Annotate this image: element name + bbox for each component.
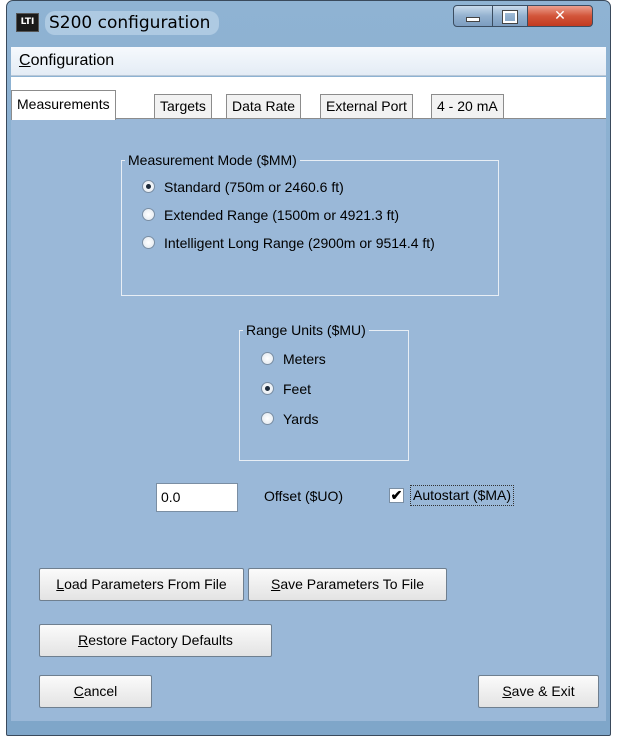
cancel-label: ancel	[83, 683, 118, 699]
cancel-button[interactable]: Cancel	[39, 675, 152, 708]
radio-meters-label: Meters	[283, 351, 326, 367]
range-units-group: Range Units ($MU) Meters Feet Yards	[239, 321, 409, 461]
menu-bar: Configuration	[11, 47, 606, 76]
save-exit-button[interactable]: Save & Exit	[478, 675, 599, 708]
radio-intelligent-long-range-button[interactable]	[142, 236, 155, 249]
restore-defaults-accel: R	[78, 632, 89, 648]
restore-defaults-button[interactable]: Restore Factory Defaults	[39, 624, 272, 657]
menu-configuration[interactable]: Configuration	[19, 52, 114, 70]
tab-targets[interactable]: Targets	[154, 94, 212, 118]
measurement-mode-group: Measurement Mode ($MM) Standard (750m or…	[121, 151, 499, 296]
save-parameters-label: ave Parameters To File	[280, 576, 425, 592]
restore-defaults-label: estore Factory Defaults	[88, 632, 233, 648]
radio-meters-button[interactable]	[261, 352, 274, 365]
save-exit-label: ave & Exit	[511, 683, 575, 699]
radio-extended-range-label: Extended Range (1500m or 4921.3 ft)	[164, 207, 400, 223]
autostart-label[interactable]: Autostart ($MA)	[410, 485, 515, 506]
measurements-panel: Measurement Mode ($MM) Standard (750m or…	[11, 118, 606, 721]
range-units-title: Range Units ($MU)	[243, 321, 369, 339]
radio-yards-button[interactable]	[261, 412, 274, 425]
tab-bar: Measurements Targets Data Rate External …	[11, 77, 606, 120]
radio-intelligent-long-range-label: Intelligent Long Range (2900m or 9514.4 …	[164, 235, 435, 251]
caption-buttons: ✕	[453, 5, 601, 29]
offset-label: Offset ($UO)	[264, 488, 344, 504]
radio-feet-label: Feet	[283, 381, 312, 397]
minimize-icon	[466, 17, 480, 22]
load-parameters-button[interactable]: Load Parameters From File	[39, 568, 244, 601]
tab-4-20-ma[interactable]: 4 - 20 mA	[431, 94, 504, 118]
save-parameters-button[interactable]: Save Parameters To File	[248, 568, 447, 601]
title-bar[interactable]: LTI S200 configuration ✕	[7, 1, 610, 45]
close-button[interactable]: ✕	[527, 5, 593, 27]
load-parameters-accel: L	[56, 576, 65, 592]
measurement-mode-title: Measurement Mode ($MM)	[125, 151, 300, 169]
maximize-icon	[502, 10, 518, 24]
tab-external-port[interactable]: External Port	[320, 94, 413, 118]
radio-feet-button[interactable]	[261, 382, 274, 395]
load-parameters-label: oad Parameters From File	[64, 576, 227, 592]
close-icon: ✕	[554, 8, 566, 24]
checkmark-icon: ✔	[390, 487, 403, 503]
save-parameters-accel: S	[270, 576, 281, 592]
minimize-button[interactable]	[453, 5, 493, 27]
autostart-checkbox[interactable]: ✔	[389, 488, 404, 503]
save-exit-accel: S	[502, 683, 512, 699]
menu-configuration-label: onfiguration	[30, 52, 115, 69]
cancel-accel: C	[73, 683, 84, 699]
app-icon: LTI	[16, 13, 39, 32]
dialog-window: LTI S200 configuration ✕ Configuration M…	[6, 0, 611, 736]
offset-input[interactable]: 0.0	[156, 483, 238, 512]
radio-extended-range-button[interactable]	[142, 208, 155, 221]
radio-standard-button[interactable]	[142, 180, 155, 193]
maximize-button[interactable]	[492, 5, 528, 27]
radio-standard-label: Standard (750m or 2460.6 ft)	[164, 179, 344, 195]
tab-data-rate[interactable]: Data Rate	[226, 94, 302, 118]
window-title: S200 configuration	[45, 11, 219, 35]
radio-yards-label: Yards	[283, 411, 319, 427]
menu-configuration-accel: C	[19, 52, 31, 69]
tab-measurements[interactable]: Measurements	[11, 90, 116, 120]
